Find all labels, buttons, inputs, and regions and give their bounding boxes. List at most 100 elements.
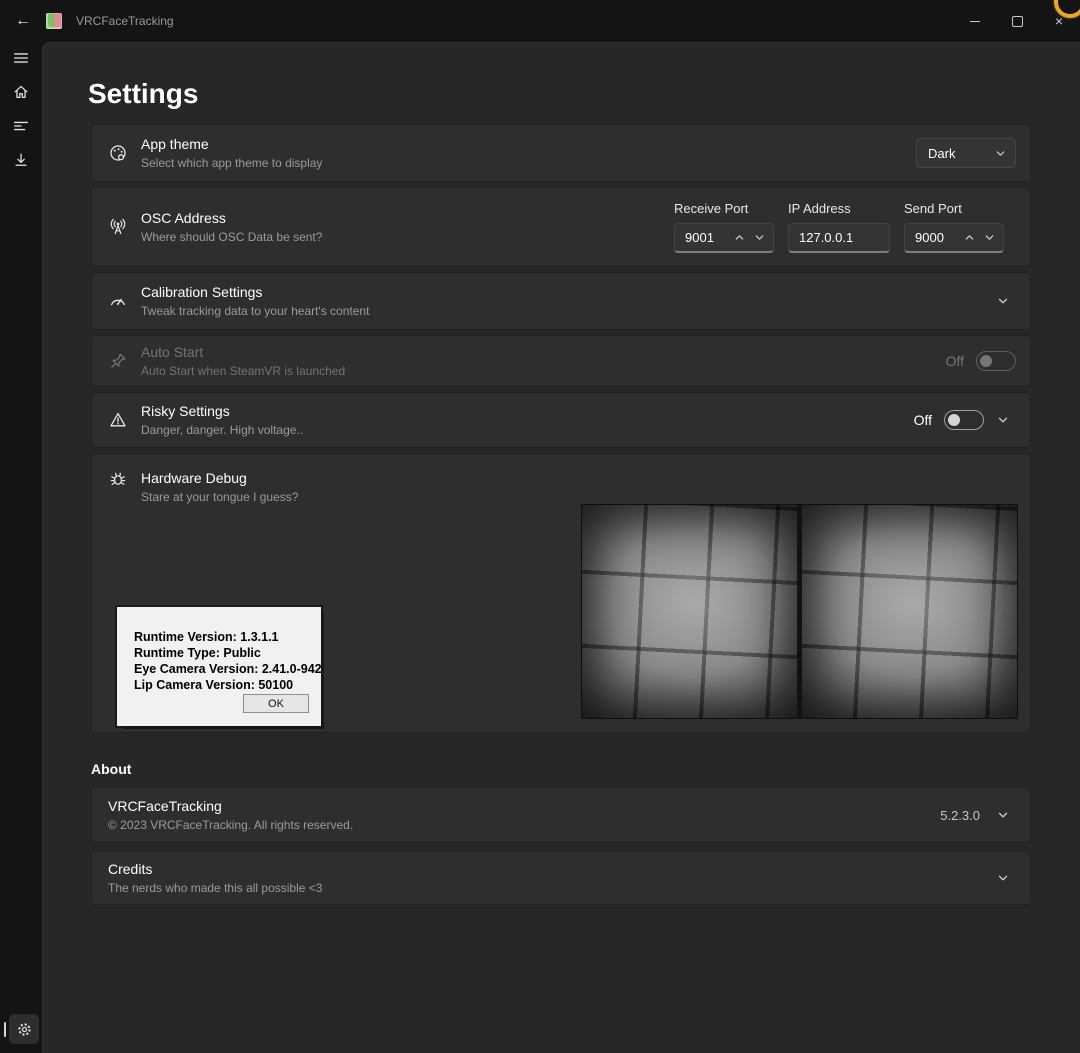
hardware-debug-text: Hardware Debug Stare at your tongue I gu…: [141, 469, 298, 505]
send-port-increment-button[interactable]: [959, 227, 979, 249]
output-log-icon: [14, 121, 28, 131]
nav-selection-indicator: [4, 1022, 6, 1037]
about-heading: About: [91, 761, 132, 777]
auto-start-toggle[interactable]: [976, 351, 1016, 371]
send-port-label: Send Port: [904, 201, 962, 216]
lip-camera-version-line: Lip Camera Version: 50100: [134, 678, 294, 692]
auto-start-toggle-state: Off: [945, 353, 964, 369]
ip-address-field: IP Address: [788, 201, 890, 253]
about-expand-button[interactable]: [990, 802, 1016, 828]
chevron-down-icon: [998, 298, 1008, 304]
risky-settings-card[interactable]: Risky Settings Danger, danger. High volt…: [91, 392, 1031, 448]
chevron-down-icon: [755, 235, 763, 240]
pin-icon: [108, 351, 128, 371]
credits-card[interactable]: Credits The nerds who made this all poss…: [91, 851, 1031, 905]
osc-address-card: OSC Address Where should OSC Data be sen…: [91, 187, 1031, 267]
sidebar-item-settings[interactable]: [0, 1014, 42, 1046]
osc-address-subtitle: Where should OSC Data be sent?: [141, 230, 323, 244]
hardware-debug-subtitle: Stare at your tongue I guess?: [141, 490, 299, 504]
credits-text: Credits The nerds who made this all poss…: [108, 860, 322, 896]
osc-address-title: OSC Address: [141, 210, 226, 226]
about-app-copyright: © 2023 VRCFaceTracking. All rights reser…: [108, 818, 354, 832]
navigation-sidebar: [0, 42, 42, 1053]
calibration-text: Calibration Settings Tweak tracking data…: [141, 283, 369, 319]
app-theme-card: App theme Select which app theme to disp…: [91, 124, 1031, 182]
about-app-text: VRCFaceTracking © 2023 VRCFaceTracking. …: [108, 797, 353, 833]
auto-start-text: Auto Start Auto Start when SteamVR is la…: [141, 343, 345, 379]
toggle-knob: [948, 414, 960, 426]
auto-start-card: Auto Start Auto Start when SteamVR is la…: [91, 335, 1031, 387]
chevron-down-icon: [998, 875, 1008, 881]
settings-cards: App theme Select which app theme to disp…: [91, 124, 1031, 733]
risky-expand-button[interactable]: [990, 407, 1016, 433]
gauge-icon: [108, 291, 128, 311]
calibration-settings-card[interactable]: Calibration Settings Tweak tracking data…: [91, 272, 1031, 330]
ip-address-input[interactable]: [788, 223, 890, 253]
risky-settings-subtitle: Danger, danger. High voltage..: [141, 423, 304, 437]
eye-camera-version-line: Eye Camera Version: 2.41.0-942e3e: [134, 662, 321, 676]
download-icon: [15, 153, 27, 166]
maximize-button[interactable]: [996, 0, 1038, 42]
ip-address-label: IP Address: [788, 201, 851, 216]
app-logo-icon: [46, 13, 62, 29]
chevron-up-icon: [735, 235, 743, 240]
minimize-icon: [970, 20, 980, 22]
sidebar-item-output[interactable]: [5, 110, 37, 142]
receive-port-input[interactable]: 9001: [674, 223, 774, 253]
auto-start-toggle-row: Off: [946, 351, 1016, 371]
app-version: 5.2.3.0: [940, 807, 980, 823]
antenna-icon: [108, 217, 128, 237]
risky-settings-text: Risky Settings Danger, danger. High volt…: [141, 402, 303, 438]
settings-page: Settings App theme Select which app them…: [42, 42, 1080, 1053]
sidebar-item-module-registry[interactable]: [5, 144, 37, 176]
risky-settings-toggle[interactable]: [944, 410, 984, 430]
credits-subtitle: The nerds who made this all possible <3: [108, 881, 323, 895]
send-port-decrement-button[interactable]: [979, 227, 999, 249]
about-app-card[interactable]: VRCFaceTracking © 2023 VRCFaceTracking. …: [91, 787, 1031, 843]
gear-icon: [17, 1022, 31, 1036]
risky-settings-title: Risky Settings: [141, 403, 230, 419]
chevron-down-icon: [985, 235, 993, 240]
hardware-debug-title: Hardware Debug: [141, 470, 247, 486]
chevron-up-icon: [965, 235, 973, 240]
receive-port-value: 9001: [685, 230, 714, 245]
eye-camera-feed: [581, 504, 1018, 719]
app-theme-subtitle: Select which app theme to display: [141, 156, 323, 170]
receive-port-increment-button[interactable]: [729, 227, 749, 249]
risky-toggle-state: Off: [913, 412, 932, 428]
calibration-expand-button[interactable]: [990, 288, 1016, 314]
chevron-down-icon: [998, 812, 1008, 818]
osc-fields: Receive Port 9001 IP Address 127.0.0.1 S…: [674, 201, 1016, 253]
send-port-value: 9000: [915, 230, 944, 245]
send-port-field: Send Port 9000: [904, 201, 1004, 253]
window-title: VRCFaceTracking: [76, 14, 174, 28]
settings-nav-background: [9, 1014, 39, 1044]
runtime-type-line: Runtime Type: Public: [134, 646, 261, 660]
back-arrow-icon: ←: [15, 12, 31, 29]
ok-button[interactable]: OK: [243, 694, 309, 713]
back-button[interactable]: ←: [8, 6, 38, 36]
hardware-debug-header: Hardware Debug Stare at your tongue I gu…: [108, 469, 298, 505]
palette-icon: [108, 143, 128, 163]
maximize-icon: [1011, 15, 1023, 27]
runtime-version-line: Runtime Version: 1.3.1.1: [134, 630, 279, 644]
osc-address-text: OSC Address Where should OSC Data be sen…: [141, 209, 322, 245]
theme-dropdown-value: Dark: [928, 145, 956, 161]
chevron-down-icon: [993, 146, 1007, 160]
menu-toggle-button[interactable]: [5, 42, 37, 74]
receive-port-field: Receive Port 9001: [674, 201, 774, 253]
theme-dropdown[interactable]: Dark: [916, 138, 1016, 168]
home-icon: [14, 85, 28, 99]
send-port-input[interactable]: 9000: [904, 223, 1004, 253]
about-app-title: VRCFaceTracking: [108, 798, 222, 814]
minimize-button[interactable]: [954, 0, 996, 42]
sidebar-item-home[interactable]: [5, 76, 37, 108]
app-theme-title: App theme: [141, 136, 209, 152]
page-title: Settings: [88, 78, 199, 109]
app-theme-text: App theme Select which app theme to disp…: [141, 135, 322, 171]
about-cards: VRCFaceTracking © 2023 VRCFaceTracking. …: [91, 787, 1031, 905]
auto-start-subtitle: Auto Start when SteamVR is launched: [141, 364, 346, 378]
credits-expand-button[interactable]: [990, 865, 1016, 891]
risky-toggle-row: Off: [914, 407, 1016, 433]
receive-port-decrement-button[interactable]: [749, 227, 769, 249]
